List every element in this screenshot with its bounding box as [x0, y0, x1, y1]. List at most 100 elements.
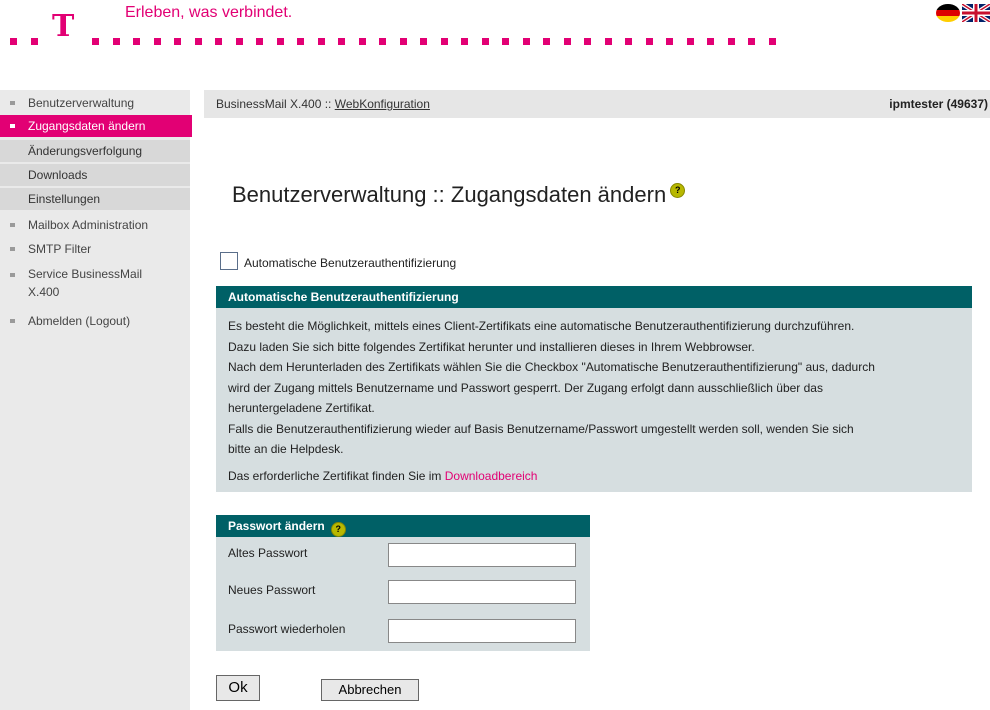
new-password-field[interactable]	[388, 580, 576, 604]
info-line: heruntergeladene Zertifikat.	[228, 401, 375, 415]
change-password-title-text: Passwort ändern	[228, 519, 325, 533]
breadcrumb-path: BusinessMail X.400 :: WebKonfiguration	[216, 97, 430, 111]
brand-dot	[277, 38, 284, 45]
breadcrumb-link-webkonfiguration[interactable]: WebKonfiguration	[335, 97, 430, 111]
old-password-field[interactable]	[388, 543, 576, 567]
sidebar-item-label: Einstellungen	[28, 192, 101, 206]
brand-dot	[502, 38, 509, 45]
new-password-label: Neues Passwort	[228, 583, 316, 597]
sidebar-item-label: Änderungsverfolgung	[28, 144, 143, 158]
download-hint: Das erforderliche Zertifikat finden Sie …	[228, 466, 972, 487]
brand-dot	[31, 38, 38, 45]
old-password-row: Altes Passwort	[216, 543, 590, 573]
brand-dot	[523, 38, 530, 45]
sidebar-item-label: Abmelden (Logout)	[28, 314, 131, 328]
sidebar-item-service-businessmail[interactable]: Service BusinessMail X.400	[0, 266, 190, 306]
page-title-text: Benutzerverwaltung :: Zugangsdaten änder…	[232, 182, 667, 207]
brand-dot	[769, 38, 776, 45]
sidebar-item-mailbox-administration[interactable]: Mailbox Administration	[0, 214, 190, 236]
sidebar-item-zugangsdaten-aendern[interactable]: Zugangsdaten ändern	[0, 115, 192, 137]
uk-flag-icon[interactable]	[962, 4, 990, 22]
header: T Erleben, was verbindet.	[0, 0, 990, 60]
telekom-logo[interactable]: T	[52, 12, 74, 42]
brand-dot	[154, 38, 161, 45]
info-line: wird der Zugang mittels Benutzername und…	[228, 380, 823, 395]
bullet-icon	[10, 273, 15, 277]
sidebar-item-label: SMTP Filter	[28, 242, 92, 256]
new-password-row: Neues Passwort	[216, 580, 590, 610]
brand-dot	[10, 38, 17, 45]
brand-dot	[113, 38, 120, 45]
brand-dot	[441, 38, 448, 45]
brand-dot	[461, 38, 468, 45]
ok-button[interactable]: Ok	[216, 675, 260, 701]
info-line: Nach dem Herunterladen des Zertifikats w…	[228, 360, 875, 374]
info-line: Falls die Benutzerauthentifizierung wied…	[228, 421, 854, 436]
info-line: Es besteht die Möglichkeit, mittels eine…	[228, 319, 855, 333]
brand-dot	[174, 38, 181, 45]
sidebar-item-logout[interactable]: Abmelden (Logout)	[0, 310, 190, 332]
sidebar-subitem-downloads[interactable]: Downloads	[0, 164, 190, 186]
brand-dot	[92, 38, 99, 45]
brand-dot	[215, 38, 222, 45]
sidebar-item-label: Mailbox Administration	[28, 218, 149, 232]
brand-dot	[625, 38, 632, 45]
brand-dot	[482, 38, 489, 45]
page-title: Benutzerverwaltung :: Zugangsdaten änder…	[232, 182, 686, 208]
sidebar-item-smtp-filter[interactable]: SMTP Filter	[0, 238, 190, 260]
repeat-password-field[interactable]	[388, 619, 576, 643]
brand-dot	[133, 38, 140, 45]
breadcrumb-root: BusinessMail X.400 ::	[216, 97, 335, 111]
brand-dot	[338, 38, 345, 45]
brand-dot	[256, 38, 263, 45]
auto-auth-info-panel: Automatische Benutzerauthentifizierung E…	[216, 286, 972, 492]
brand-dot	[297, 38, 304, 45]
bullet-icon	[10, 223, 15, 227]
auto-auth-panel-title: Automatische Benutzerauthentifizierung	[216, 286, 972, 308]
brand-dot	[236, 38, 243, 45]
brand-dot	[318, 38, 325, 45]
auto-auth-panel-body: Es besteht die Möglichkeit, mittels eine…	[216, 308, 972, 486]
brand-dot	[195, 38, 202, 45]
brand-dot	[728, 38, 735, 45]
download-area-link[interactable]: Downloadbereich	[445, 469, 538, 483]
sidebar-subitem-einstellungen[interactable]: Einstellungen	[0, 188, 190, 210]
bullet-icon	[10, 124, 15, 128]
help-icon[interactable]: ?	[670, 183, 686, 198]
bullet-icon	[10, 247, 15, 251]
brand-dot	[420, 38, 427, 45]
brand-dot	[543, 38, 550, 45]
help-icon[interactable]: ?	[330, 522, 346, 537]
sidebar-item-label-line2: X.400	[28, 285, 60, 299]
sidebar-item-benutzerverwaltung[interactable]: Benutzerverwaltung	[0, 92, 190, 114]
auto-auth-checkbox[interactable]	[220, 252, 238, 270]
sidebar-item-label: Downloads	[28, 168, 88, 182]
change-password-title: Passwort ändern?	[216, 515, 590, 537]
breadcrumb: BusinessMail X.400 :: WebKonfiguration i…	[204, 90, 990, 118]
change-password-panel: Passwort ändern? Altes Passwort Neues Pa…	[216, 515, 590, 651]
brand-dot	[748, 38, 755, 45]
old-password-label: Altes Passwort	[228, 546, 308, 560]
sidebar: Benutzerverwaltung Zugangsdaten ändern Ä…	[0, 90, 192, 710]
auto-auth-checkbox-label[interactable]: Automatische Benutzerauthentifizierung	[244, 256, 456, 270]
brand-dot	[666, 38, 673, 45]
slogan: Erleben, was verbindet.	[125, 4, 293, 21]
brand-dot	[707, 38, 714, 45]
sidebar-item-label: Benutzerverwaltung	[28, 96, 135, 110]
brand-dot	[400, 38, 407, 45]
sidebar-subitem-aenderungsverfolgung[interactable]: Änderungsverfolgung	[0, 140, 190, 162]
brand-dot	[359, 38, 366, 45]
brand-dot	[687, 38, 694, 45]
info-line: Dazu laden Sie sich bitte folgendes Zert…	[228, 339, 755, 354]
brand-dot	[564, 38, 571, 45]
cancel-button[interactable]: Abbrechen	[321, 679, 419, 701]
download-hint-text: Das erforderliche Zertifikat finden Sie …	[228, 468, 445, 483]
brand-dot	[646, 38, 653, 45]
sidebar-item-label: Service BusinessMail	[28, 267, 143, 281]
bullet-icon	[10, 319, 15, 323]
brand-dot	[605, 38, 612, 45]
de-flag-icon[interactable]	[936, 4, 960, 22]
brand-dot	[584, 38, 591, 45]
brand-dot	[379, 38, 386, 45]
info-line: bitte an die Helpdesk.	[228, 442, 344, 456]
